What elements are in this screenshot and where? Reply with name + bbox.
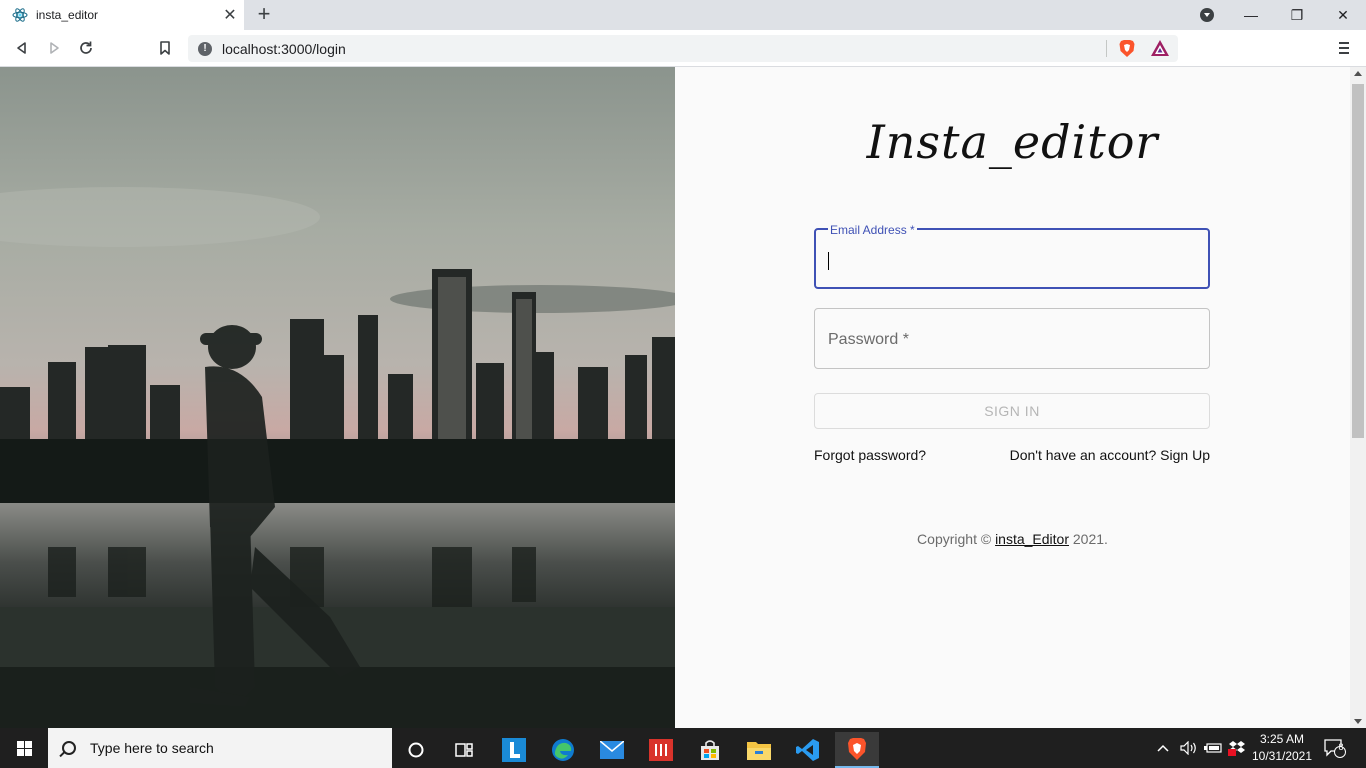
dropbox-icon: [1228, 741, 1245, 756]
windows-logo-icon: [16, 740, 32, 756]
hero-image: [0, 67, 675, 728]
copyright-suffix: 2021.: [1069, 531, 1108, 547]
copyright-link[interactable]: insta_Editor: [995, 531, 1069, 547]
url-text: localhost:3000/login: [222, 40, 346, 57]
password-field[interactable]: Password *: [814, 308, 1210, 369]
react-favicon-icon: [12, 7, 28, 23]
sign-up-link[interactable]: Don't have an account? Sign Up: [1010, 447, 1210, 463]
forward-button[interactable]: [42, 36, 66, 60]
task-view-button[interactable]: [442, 732, 486, 768]
red-app-button[interactable]: [639, 732, 683, 768]
browser-tab[interactable]: insta_editor ✕: [0, 0, 244, 30]
windows-taskbar: Type here to search 3:25 AM 10/31/2021 8: [0, 728, 1366, 768]
scroll-thumb[interactable]: [1352, 84, 1364, 438]
app-logo: Insta_editor: [866, 115, 1159, 169]
start-button[interactable]: [0, 728, 48, 768]
brave-rewards-icon[interactable]: [1150, 39, 1170, 58]
brave-taskbar-button[interactable]: [835, 732, 879, 768]
menu-bar: [1339, 52, 1349, 54]
volume-button[interactable]: [1180, 728, 1198, 768]
forgot-password-link[interactable]: Forgot password?: [814, 447, 926, 463]
tab-title: insta_editor: [36, 8, 99, 22]
browser-toolbar: ! localhost:3000/login: [0, 30, 1366, 67]
address-bar[interactable]: ! localhost:3000/login: [188, 35, 1178, 62]
vscode-icon: [796, 739, 819, 761]
scroll-down-arrow-icon[interactable]: [1354, 719, 1362, 724]
menu-bar: [1339, 47, 1349, 49]
scroll-up-arrow-icon[interactable]: [1354, 71, 1362, 76]
back-button[interactable]: [10, 36, 34, 60]
password-label: Password *: [828, 331, 909, 348]
bookmark-icon: [160, 41, 170, 55]
new-tab-button[interactable]: +: [252, 3, 276, 27]
system-clock[interactable]: 3:25 AM 10/31/2021: [1248, 731, 1316, 765]
dropbox-tray-button[interactable]: [1228, 728, 1246, 768]
search-icon: [62, 741, 76, 755]
edge-icon: [552, 739, 574, 761]
menu-bar: [1339, 42, 1349, 44]
red-app-icon: [649, 739, 673, 761]
email-label: Email Address *: [828, 223, 917, 237]
login-form-panel: Insta_editor Email Address * Password * …: [675, 67, 1350, 728]
store-icon: [701, 740, 719, 760]
copyright-text: Copyright © insta_Editor 2021.: [675, 531, 1350, 547]
back-arrow-icon: [17, 42, 26, 54]
browser-menu-button[interactable]: [1332, 36, 1356, 60]
chevron-up-icon: [1157, 744, 1169, 752]
l-app-icon: [502, 738, 526, 762]
speaker-icon: [1180, 741, 1196, 755]
action-center-button[interactable]: 8: [1324, 728, 1346, 768]
login-page: Insta_editor Email Address * Password * …: [0, 67, 1350, 728]
notification-count: 8: [1338, 742, 1344, 752]
search-placeholder: Type here to search: [90, 740, 214, 756]
tab-close-icon[interactable]: ✕: [220, 5, 240, 25]
file-explorer-button[interactable]: [737, 732, 781, 768]
mail-icon: [600, 741, 624, 759]
omnibox-divider: [1106, 40, 1107, 57]
task-view-icon: [455, 743, 473, 757]
profile-icon: [1200, 8, 1214, 22]
sign-in-button[interactable]: SIGN IN: [814, 393, 1210, 429]
copyright-prefix: Copyright ©: [917, 531, 996, 547]
minimize-button[interactable]: —: [1228, 0, 1274, 30]
show-hidden-icons-button[interactable]: [1156, 728, 1170, 768]
close-window-button[interactable]: ✕: [1320, 0, 1366, 30]
forward-arrow-icon: [50, 42, 59, 54]
cortana-icon: [408, 742, 424, 758]
clock-time: 3:25 AM: [1259, 732, 1305, 746]
battery-icon: [1204, 743, 1222, 753]
cortana-button[interactable]: [394, 732, 438, 768]
email-field[interactable]: Email Address *: [814, 224, 1210, 289]
battery-button[interactable]: [1204, 728, 1222, 768]
reload-button[interactable]: [74, 36, 98, 60]
vscode-button[interactable]: [786, 732, 830, 768]
mail-button[interactable]: [590, 732, 634, 768]
tab-bar: insta_editor ✕ + — ❐ ✕: [0, 0, 1366, 30]
l-app-button[interactable]: [492, 732, 536, 768]
page-scrollbar[interactable]: [1350, 67, 1366, 728]
restore-button[interactable]: ❐: [1274, 0, 1320, 30]
bookmark-button[interactable]: [153, 36, 177, 60]
text-caret: [828, 252, 829, 270]
taskbar-search-box[interactable]: Type here to search: [48, 728, 392, 768]
site-info-icon[interactable]: !: [198, 41, 212, 56]
edge-button[interactable]: [541, 732, 585, 768]
file-explorer-icon: [747, 742, 771, 760]
reload-icon: [80, 41, 92, 54]
brave-icon: [848, 738, 866, 760]
store-button[interactable]: [688, 732, 732, 768]
brave-shields-icon[interactable]: [1118, 39, 1136, 58]
clock-date: 10/31/2021: [1251, 749, 1313, 763]
profile-menu-button[interactable]: [1184, 0, 1230, 30]
